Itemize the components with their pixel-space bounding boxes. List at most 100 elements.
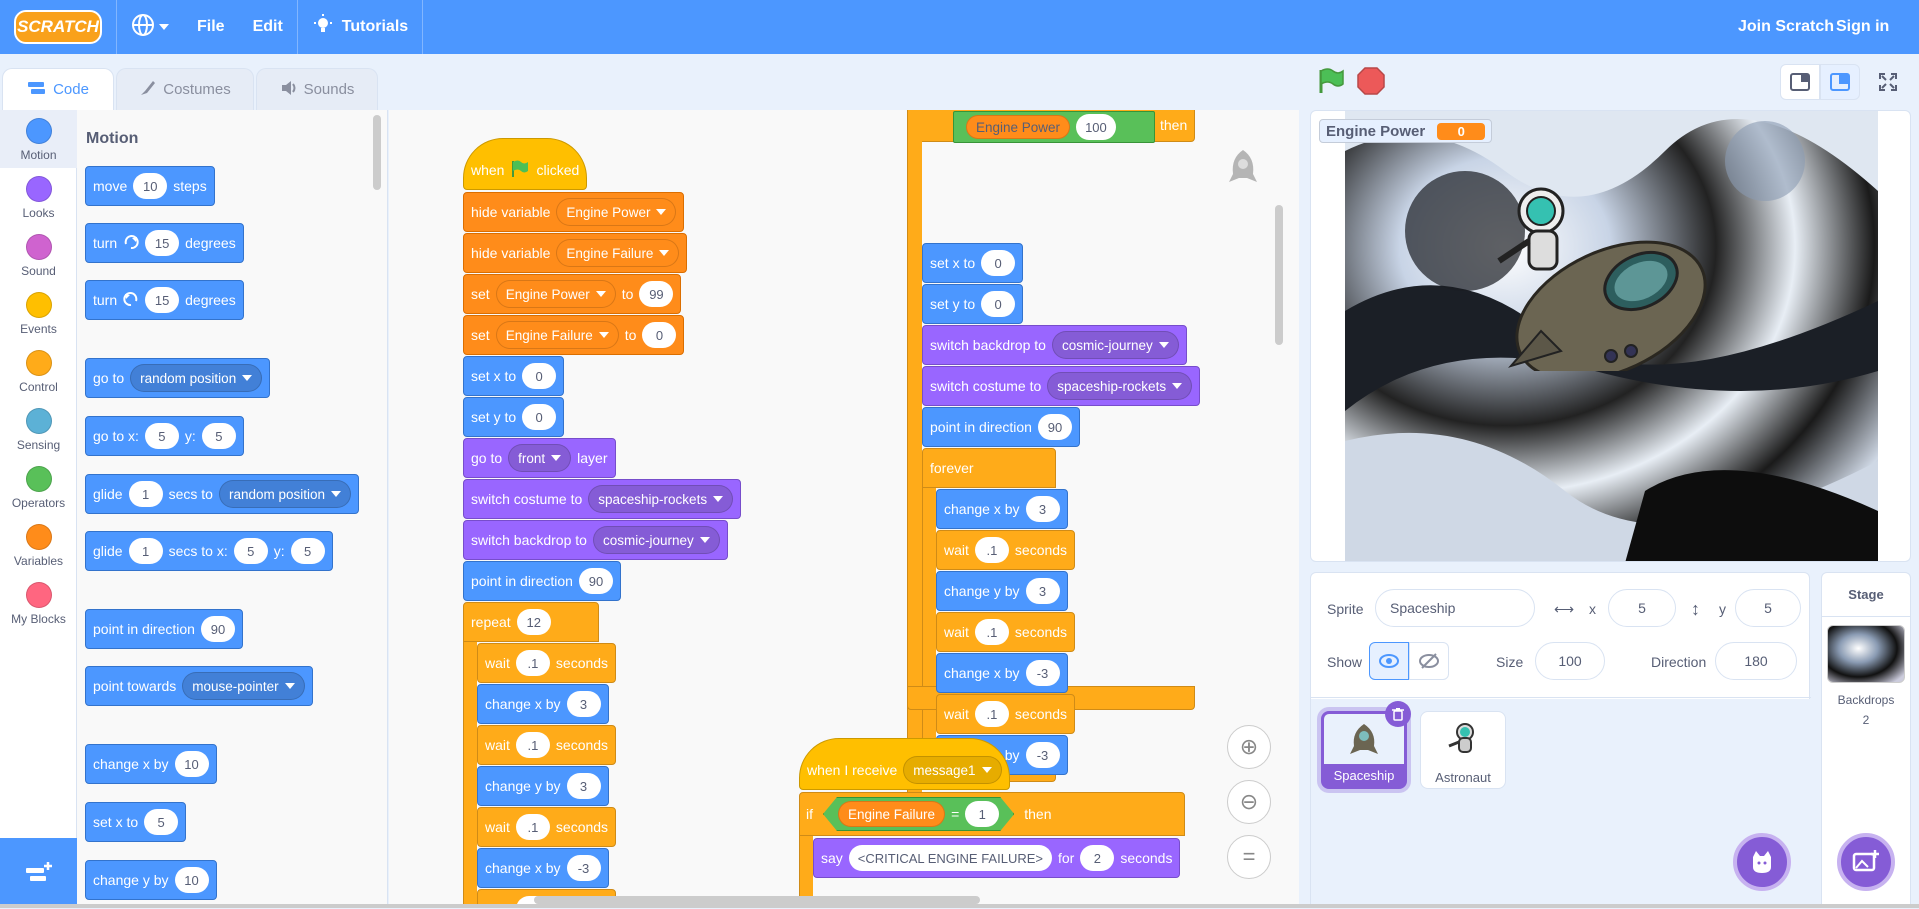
switch-costume-block[interactable]: switch costume to spaceship-rockets (922, 366, 1201, 406)
motion-block[interactable]: change x by -3 (936, 653, 1068, 693)
value-input[interactable]: 3 (566, 691, 601, 717)
wait-block[interactable]: wait .1 seconds (477, 643, 617, 683)
tutorials-button[interactable]: Tutorials (298, 0, 422, 54)
when-i-receive-block[interactable]: when I receive message1 (799, 738, 1010, 790)
set-variable-block[interactable]: set Engine Failure to 0 (463, 315, 685, 355)
green-flag-button[interactable] (1316, 66, 1346, 96)
set-y-block[interactable]: set y to 0 (922, 284, 1024, 324)
value-input[interactable]: 1 (965, 801, 999, 827)
switch-backdrop-block[interactable]: switch backdrop to cosmic-journey (922, 325, 1187, 365)
comparison-operator[interactable]: Engine Power 100 (953, 111, 1155, 143)
wait-block[interactable]: wait .1 seconds (477, 807, 617, 847)
say-for-secs-block[interactable]: say <CRITICAL ENGINE FAILURE> for 2 seco… (813, 838, 1181, 878)
zoom-in-button[interactable]: ⊕ (1227, 725, 1271, 769)
set-variable-block[interactable]: set Engine Power to 99 (463, 274, 682, 314)
variable-dropdown[interactable]: Engine Power (495, 280, 616, 308)
hide-variable-block[interactable]: hide variable Engine Failure (463, 233, 688, 273)
switch-costume-block[interactable]: switch costume to spaceship-rockets (463, 479, 742, 519)
tab-costumes[interactable]: Costumes (116, 68, 254, 110)
stage[interactable]: Engine Power 0 (1310, 110, 1911, 562)
variable-dropdown[interactable]: Engine Power (556, 198, 677, 226)
value-input[interactable]: 100 (1076, 114, 1116, 140)
when-flag-clicked-block[interactable]: when clicked (463, 138, 588, 190)
wait-block[interactable]: wait .1 seconds (936, 612, 1076, 652)
motion-block[interactable]: change y by 3 (477, 766, 609, 806)
value-input[interactable]: 0 (981, 250, 1016, 276)
variable-dropdown[interactable]: Engine Failure (495, 321, 619, 349)
value-input[interactable]: 3 (1025, 578, 1060, 604)
change-y-block[interactable]: change y by 10 (85, 860, 217, 900)
workspace-scrollbar-vertical[interactable] (1275, 205, 1283, 345)
value-input[interactable]: .1 (974, 619, 1009, 645)
backdrop-dropdown[interactable]: cosmic-journey (1051, 331, 1179, 359)
workspace-scrollbar-horizontal[interactable] (534, 896, 980, 904)
set-x-block[interactable]: set x to 0 (463, 356, 565, 396)
direction-input[interactable]: 90 (200, 616, 235, 642)
value-input[interactable]: .1 (974, 537, 1009, 563)
glide-to-xy-block[interactable]: glide 1 secs to x: 5 y: 5 (85, 531, 333, 571)
value-input[interactable]: 3 (566, 773, 601, 799)
if-block[interactable]: if Engine Power 100 then (907, 110, 1195, 143)
hide-variable-block[interactable]: hide variable Engine Power (463, 192, 685, 232)
value-input[interactable]: .1 (515, 650, 550, 676)
y-input[interactable]: 5 (290, 538, 325, 564)
value-input[interactable]: 0 (642, 322, 677, 348)
value-input[interactable]: -3 (1025, 742, 1060, 768)
sprite-name-input[interactable]: Spaceship (1375, 589, 1535, 627)
wait-block[interactable]: wait .1 seconds (936, 530, 1076, 570)
wait-block[interactable]: wait .1 seconds (477, 725, 617, 765)
sign-in-link[interactable]: Sign in (1836, 0, 1889, 54)
value-input[interactable]: 0 (981, 291, 1016, 317)
block-number-input[interactable]: 10 (174, 751, 209, 777)
category-sensing[interactable]: Sensing (0, 408, 77, 452)
target-dropdown[interactable]: random position (218, 480, 352, 508)
language-button[interactable] (117, 0, 183, 54)
set-x-block[interactable]: set x to 0 (922, 243, 1024, 283)
value-input[interactable]: 0 (522, 363, 557, 389)
backdrop-thumbnail[interactable] (1827, 625, 1905, 683)
category-motion[interactable]: Motion (0, 110, 77, 168)
show-sprite-button[interactable] (1369, 642, 1409, 680)
block-number-input[interactable]: 5 (144, 809, 179, 835)
motion-block[interactable]: change y by 3 (936, 571, 1068, 611)
go-to-layer-block[interactable]: go to front layer (463, 438, 616, 478)
choose-sprite-button[interactable] (1733, 833, 1791, 891)
normal-stage-button[interactable] (1820, 64, 1860, 100)
motion-block[interactable]: change x by 3 (477, 684, 609, 724)
x-input[interactable]: 5 (144, 423, 179, 449)
direction-input[interactable]: 180 (1715, 642, 1797, 680)
spaceship-sprite[interactable] (1471, 171, 1711, 382)
secs-input[interactable]: 2 (1080, 845, 1115, 871)
change-x-block[interactable]: change x by 10 (85, 744, 217, 784)
value-input[interactable]: 99 (639, 281, 674, 307)
variable-monitor[interactable]: Engine Power 0 (1319, 119, 1493, 143)
backdrop-dropdown[interactable]: cosmic-journey (592, 526, 720, 554)
sprite-thumbnail-astronaut[interactable]: Astronaut (1420, 711, 1506, 789)
turn-right-block[interactable]: turn 15 degrees (85, 223, 244, 263)
category-looks[interactable]: Looks (0, 176, 77, 220)
y-input[interactable]: 5 (201, 423, 236, 449)
category-control[interactable]: Control (0, 350, 77, 394)
small-stage-button[interactable] (1780, 64, 1820, 100)
value-input[interactable]: 90 (1037, 414, 1072, 440)
y-position-input[interactable]: 5 (1735, 589, 1801, 627)
join-scratch-link[interactable]: Join Scratch (1738, 0, 1834, 54)
point-in-direction-block[interactable]: point in direction 90 (463, 561, 621, 601)
turn-left-block[interactable]: turn 15 degrees (85, 280, 244, 320)
switch-backdrop-block[interactable]: switch backdrop to cosmic-journey (463, 520, 728, 560)
variable-reporter[interactable]: Engine Power (966, 115, 1071, 139)
scratch-logo[interactable]: SCRATCH (14, 10, 102, 44)
x-position-input[interactable]: 5 (1608, 589, 1676, 627)
block-number-input[interactable]: 10 (174, 867, 209, 893)
repeat-block[interactable]: repeat 12 (463, 602, 599, 642)
value-input[interactable]: 90 (578, 568, 613, 594)
repeat-count-input[interactable]: 12 (516, 609, 551, 635)
forever-block[interactable]: forever (922, 448, 1056, 488)
move-block[interactable]: move 10 steps (85, 166, 215, 206)
go-to-xy-block[interactable]: go to x: 5 y: 5 (85, 416, 244, 456)
category-sound[interactable]: Sound (0, 234, 77, 278)
category-variables[interactable]: Variables (0, 524, 77, 568)
value-input[interactable]: 0 (522, 404, 557, 430)
variable-dropdown[interactable]: Engine Failure (556, 239, 680, 267)
variable-reporter[interactable]: Engine Failure (838, 801, 945, 827)
